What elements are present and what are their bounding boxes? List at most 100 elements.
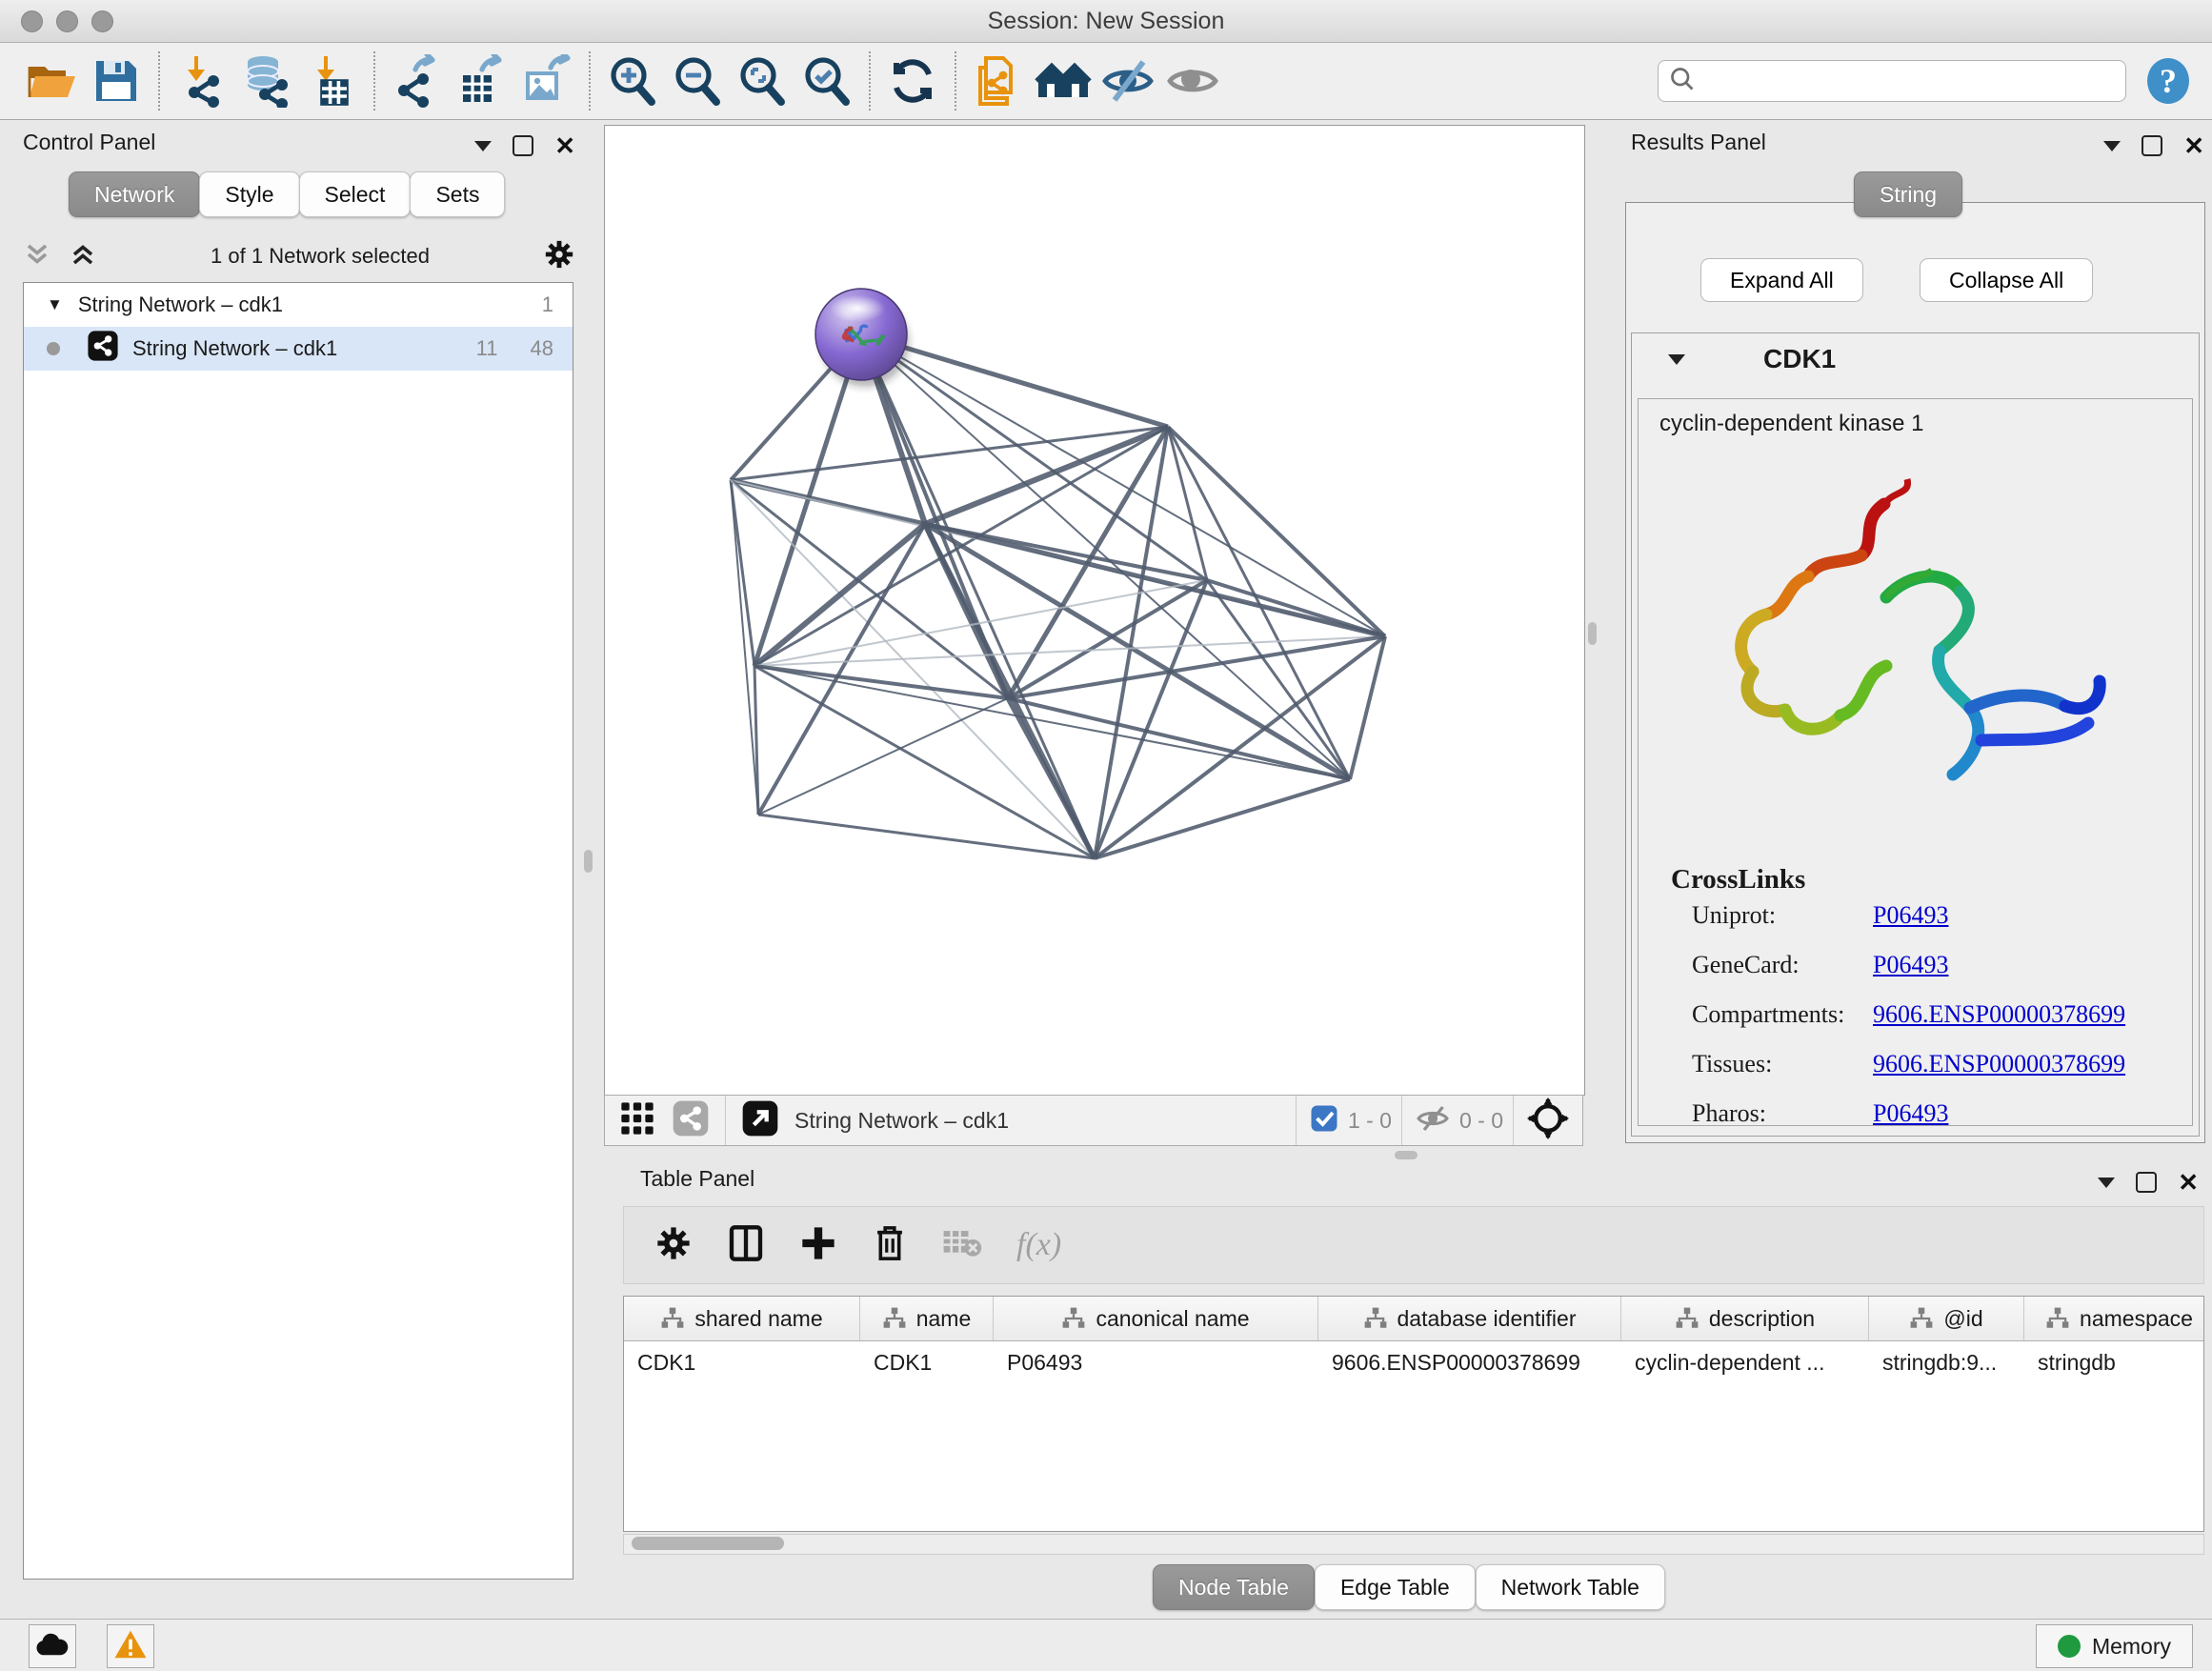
float-panel-icon[interactable] xyxy=(2136,1172,2157,1193)
collection-expand-icon[interactable]: ▼ xyxy=(47,295,63,314)
close-panel-icon[interactable]: ✕ xyxy=(554,133,575,158)
gene-section-header[interactable]: CDK1 xyxy=(1632,333,2199,385)
crosslink-value-link[interactable]: P06493 xyxy=(1873,951,1948,979)
tab-network[interactable]: Network xyxy=(69,171,200,217)
delete-column-icon[interactable] xyxy=(872,1223,908,1268)
edge-CCNA2-CDKN1A[interactable] xyxy=(1008,698,1350,779)
edge-CCNA1-RB1[interactable] xyxy=(1168,427,1385,636)
import-network-database-button[interactable] xyxy=(234,50,299,112)
table-horizontal-scrollbar[interactable] xyxy=(623,1534,2204,1555)
column-header-description[interactable]: description xyxy=(1621,1297,1869,1340)
delete-table-icon xyxy=(942,1227,982,1264)
export-table-button[interactable] xyxy=(450,50,514,112)
memory-status-dot xyxy=(2058,1635,2081,1658)
horizontal-splitter-handle[interactable] xyxy=(1395,1151,1418,1159)
table-settings-gear-icon[interactable] xyxy=(654,1224,693,1267)
tab-network-table[interactable]: Network Table xyxy=(1476,1564,1665,1610)
edge-CCNA2-HIST1H1A[interactable] xyxy=(758,698,1008,815)
section-collapse-icon[interactable] xyxy=(1668,354,1685,365)
crosslink-value-link[interactable]: 9606.ENSP00000378699 xyxy=(1873,1000,2125,1029)
panel-menu-icon[interactable] xyxy=(474,141,492,151)
collapse-all-button[interactable]: Collapse All xyxy=(1920,258,2093,302)
vertical-splitter-handle[interactable] xyxy=(1588,622,1597,645)
close-panel-icon[interactable]: ✕ xyxy=(2183,133,2204,158)
string-home-button[interactable] xyxy=(1031,50,1096,112)
edge-CCNB1-CCNA2[interactable] xyxy=(754,666,1008,698)
panel-menu-icon[interactable] xyxy=(2098,1178,2115,1188)
network-canvas[interactable] xyxy=(604,125,1585,1096)
tab-node-table[interactable]: Node Table xyxy=(1153,1564,1315,1610)
grid-view-icon[interactable] xyxy=(618,1099,656,1142)
column-header-name[interactable]: name xyxy=(860,1297,994,1340)
network-options-gear-icon[interactable] xyxy=(543,238,575,275)
save-session-button[interactable] xyxy=(84,50,149,112)
tab-edge-table[interactable]: Edge Table xyxy=(1315,1564,1476,1610)
column-header-canonical-name[interactable]: canonical name xyxy=(994,1297,1318,1340)
help-button[interactable]: ? xyxy=(2143,56,2193,106)
float-panel-icon[interactable] xyxy=(2142,135,2162,156)
node-table[interactable]: shared namenamecanonical namedatabase id… xyxy=(623,1296,2204,1532)
memory-button[interactable]: Memory xyxy=(2036,1624,2193,1668)
table-row[interactable]: CDK1CDK1P064939606.ENSP00000378699cyclin… xyxy=(624,1341,2203,1383)
export-image-button[interactable] xyxy=(514,50,579,112)
export-network-button[interactable] xyxy=(385,50,450,112)
import-table-button[interactable] xyxy=(299,50,364,112)
column-header-shared-name[interactable]: shared name xyxy=(624,1297,860,1340)
results-tab-string[interactable]: String xyxy=(1854,171,1962,217)
node-count: 11 xyxy=(476,336,498,361)
search-input[interactable] xyxy=(1697,68,2116,94)
hidden-eye-icon[interactable] xyxy=(1416,1104,1450,1137)
zoom-in-button[interactable] xyxy=(600,50,665,112)
scrollbar-thumb[interactable] xyxy=(632,1537,784,1550)
open-in-window-icon[interactable] xyxy=(741,1099,779,1142)
edge-CDK1-CCNB1[interactable] xyxy=(754,524,925,666)
zoom-selected-button[interactable] xyxy=(794,50,859,112)
toolbar-search-field[interactable] xyxy=(1658,60,2126,102)
cloud-icon xyxy=(35,1632,70,1661)
hide-results-button[interactable] xyxy=(1096,50,1160,112)
column-header-namespace[interactable]: namespace xyxy=(2024,1297,2204,1340)
panel-menu-icon[interactable] xyxy=(2103,141,2121,151)
edge-CDC25B-HIST1H1A[interactable] xyxy=(731,480,758,815)
selected-checkbox-icon[interactable] xyxy=(1310,1104,1338,1137)
string-network-graph[interactable] xyxy=(605,126,1584,1095)
edge-CDKN1A-CCNE1[interactable] xyxy=(1095,779,1350,858)
expand-all-chevron-icon[interactable] xyxy=(69,240,97,273)
crosslink-value-link[interactable]: P06493 xyxy=(1873,901,1948,930)
cloud-status-button[interactable] xyxy=(29,1624,76,1668)
tab-sets[interactable]: Sets xyxy=(410,171,505,217)
edge-CCNB2-CCNB1[interactable] xyxy=(754,334,861,666)
zoom-fit-button[interactable] xyxy=(730,50,794,112)
close-panel-icon[interactable]: ✕ xyxy=(2178,1170,2199,1195)
collapse-all-chevron-icon[interactable] xyxy=(23,240,51,273)
network-row-selected[interactable]: String Network – cdk1 11 48 xyxy=(24,327,573,371)
tab-select[interactable]: Select xyxy=(299,171,412,217)
network-share-icon[interactable] xyxy=(672,1099,710,1142)
open-session-button[interactable] xyxy=(19,50,84,112)
column-header--id[interactable]: @id xyxy=(1869,1297,2024,1340)
show-results-button[interactable] xyxy=(1160,50,1225,112)
apply-layout-button[interactable] xyxy=(880,50,945,112)
edge-CDC25B-CCNB1[interactable] xyxy=(731,480,754,666)
crosslink-value-link[interactable]: 9606.ENSP00000378699 xyxy=(1873,1050,2125,1078)
column-header-database-identifier[interactable]: database identifier xyxy=(1318,1297,1621,1340)
network-collection-row[interactable]: ▼ String Network – cdk1 1 xyxy=(24,283,573,327)
clone-network-button[interactable] xyxy=(966,50,1031,112)
edge-CCNB2-RB1[interactable] xyxy=(861,334,1385,636)
float-panel-icon[interactable] xyxy=(513,135,533,156)
tab-style[interactable]: Style xyxy=(199,171,299,217)
edge-CCNB1-HIST1H1A[interactable] xyxy=(754,666,758,815)
add-column-icon[interactable] xyxy=(799,1224,837,1267)
import-network-file-button[interactable] xyxy=(170,50,234,112)
edge-CCNB2-CDKN1A[interactable] xyxy=(861,334,1350,779)
edge-CDK1-RB1[interactable] xyxy=(925,524,1385,636)
vertical-splitter-handle[interactable] xyxy=(584,850,593,873)
zoom-out-button[interactable] xyxy=(665,50,730,112)
expand-all-button[interactable]: Expand All xyxy=(1700,258,1863,302)
edge-CCNB2-CCNE1[interactable] xyxy=(861,334,1095,858)
show-columns-icon[interactable] xyxy=(727,1224,765,1267)
birds-eye-view-icon[interactable] xyxy=(1527,1097,1569,1144)
edge-HIST1H1A-CCNE1[interactable] xyxy=(758,815,1095,858)
warnings-button[interactable] xyxy=(107,1624,154,1668)
crosslink-value-link[interactable]: P06493 xyxy=(1873,1099,1948,1126)
